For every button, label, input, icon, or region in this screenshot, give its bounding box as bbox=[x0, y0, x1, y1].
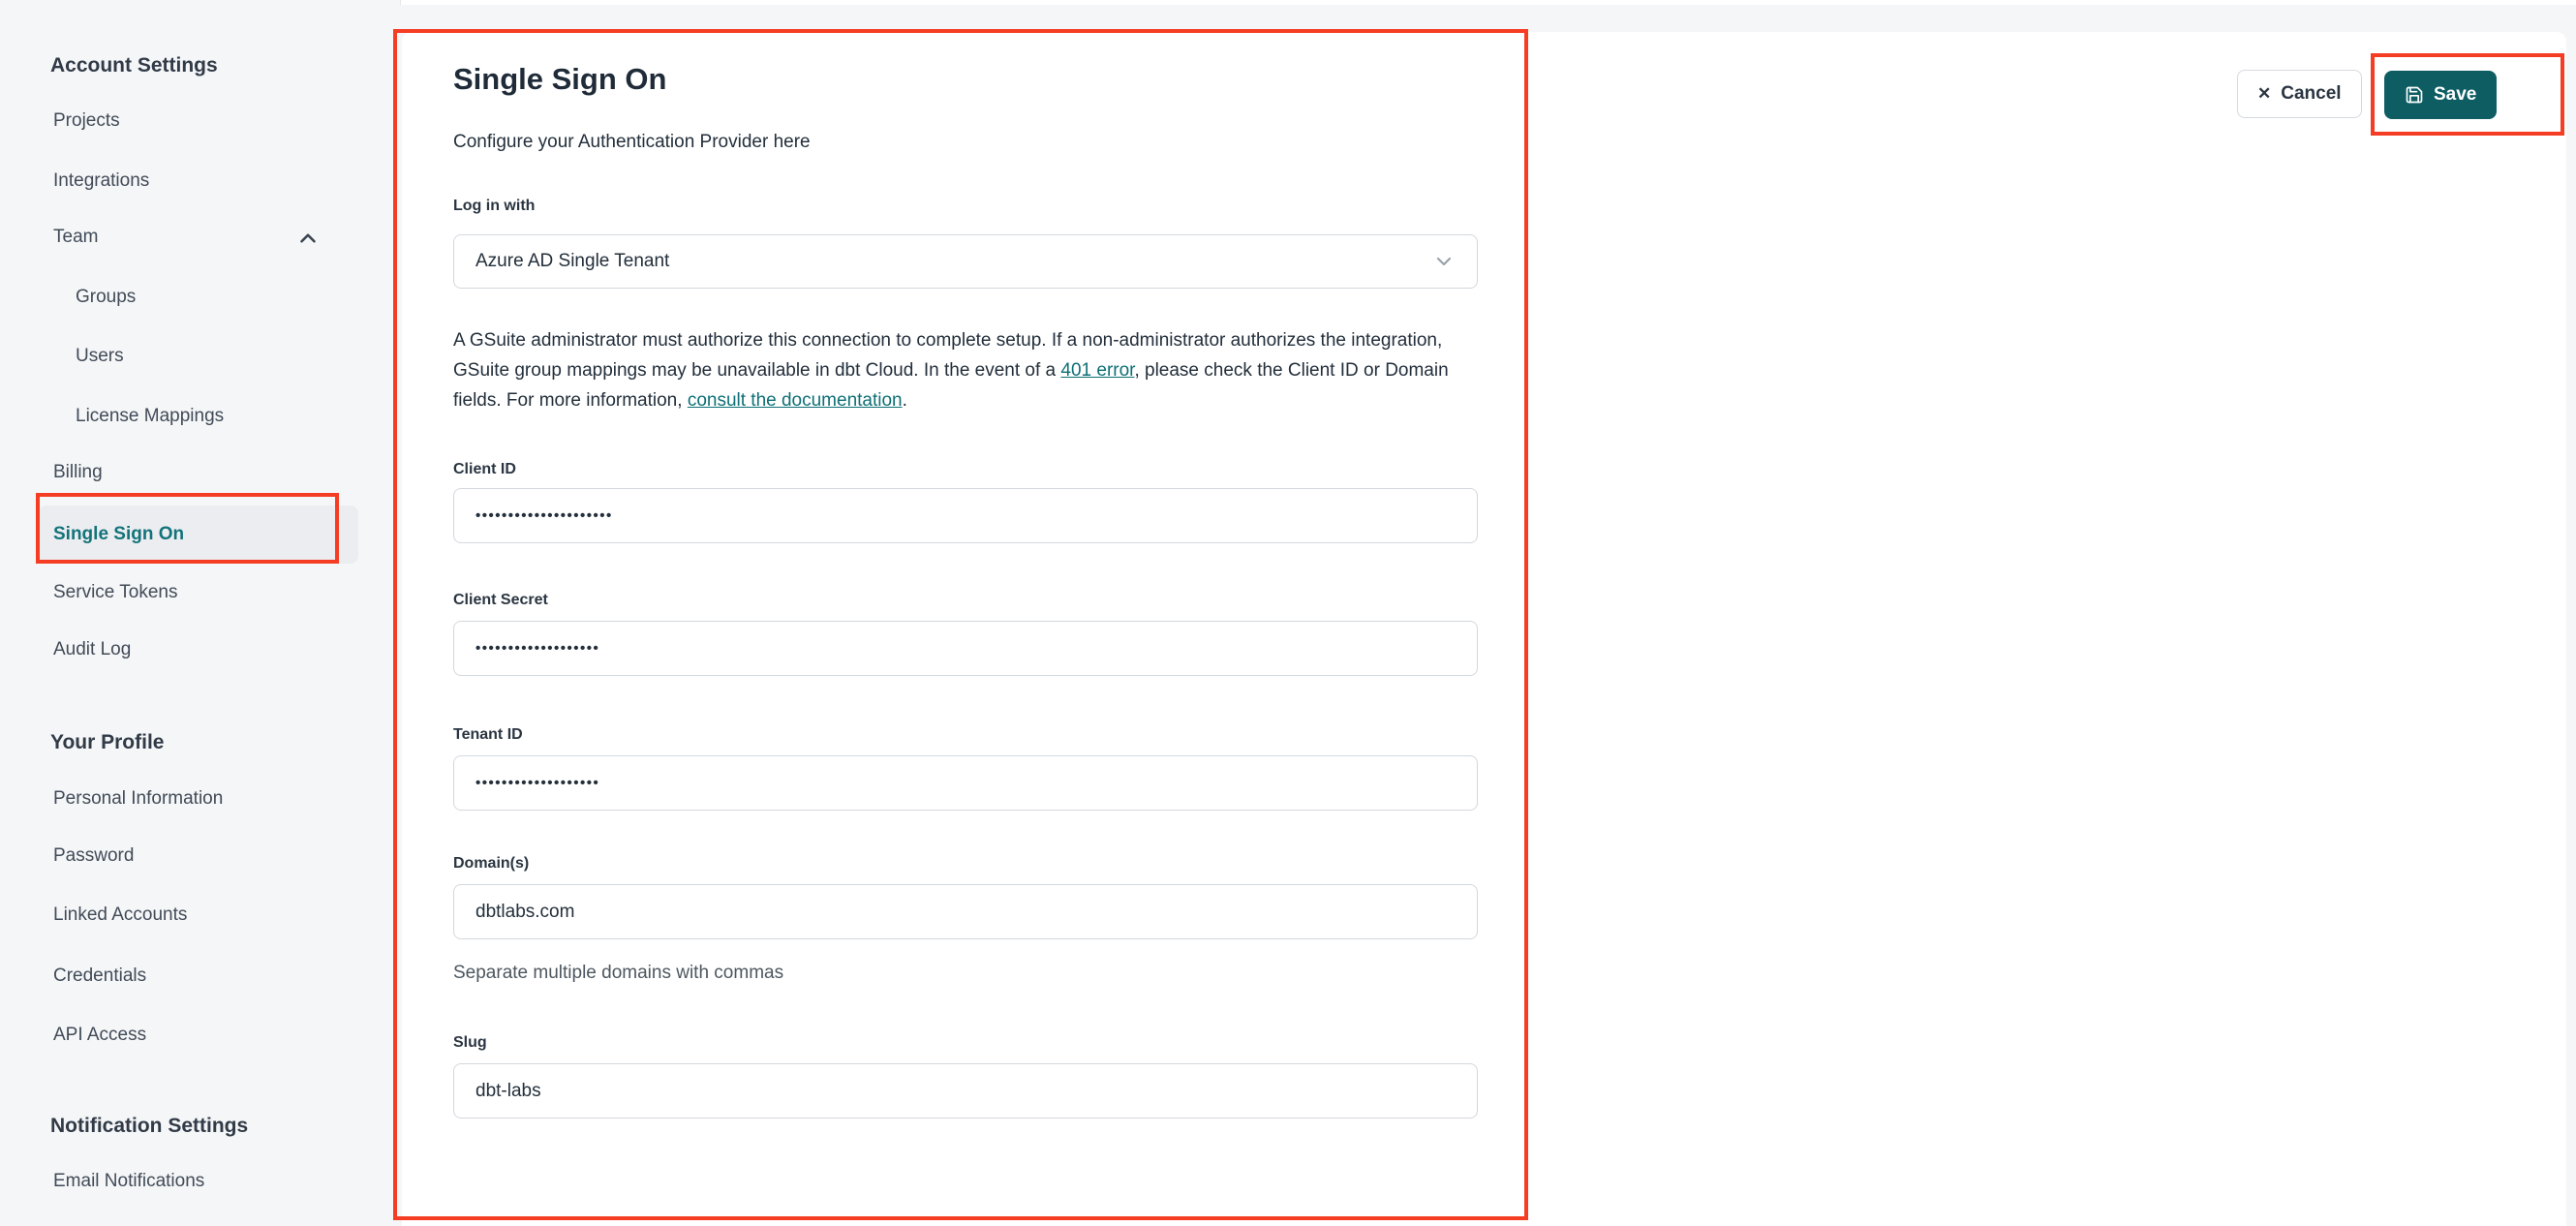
sidebar-item-credentials[interactable]: Credentials bbox=[53, 962, 146, 991]
login-with-select[interactable]: Azure AD Single Tenant bbox=[453, 234, 1478, 289]
sidebar-header-account-settings: Account Settings bbox=[50, 54, 218, 77]
tenant-id-label: Tenant ID bbox=[453, 726, 523, 743]
domains-label: Domain(s) bbox=[453, 855, 530, 872]
notice-text-3: . bbox=[902, 390, 907, 411]
close-icon: ✕ bbox=[2257, 84, 2272, 103]
client-id-label: Client ID bbox=[453, 461, 516, 477]
client-id-input[interactable] bbox=[453, 488, 1478, 543]
chevron-down-icon bbox=[1432, 250, 1456, 273]
top-header-strip bbox=[400, 0, 2576, 5]
login-with-label: Log in with bbox=[453, 198, 536, 214]
sidebar-item-users[interactable]: Users bbox=[76, 342, 124, 371]
sidebar-item-audit-log[interactable]: Audit Log bbox=[53, 635, 131, 664]
settings-sidebar: Account Settings Projects Integrations T… bbox=[0, 0, 402, 1226]
slug-label: Slug bbox=[453, 1034, 487, 1051]
sidebar-item-service-tokens[interactable]: Service Tokens bbox=[53, 578, 178, 607]
link-401-error[interactable]: 401 error bbox=[1060, 360, 1134, 381]
cancel-button-label: Cancel bbox=[2281, 83, 2342, 104]
link-consult-documentation[interactable]: consult the documentation bbox=[688, 390, 903, 411]
page-title: Single Sign On bbox=[453, 62, 667, 96]
sidebar-item-email-notifications[interactable]: Email Notifications bbox=[53, 1167, 204, 1196]
domains-input[interactable] bbox=[453, 884, 1478, 939]
client-secret-input[interactable] bbox=[453, 621, 1478, 676]
sidebar-item-projects[interactable]: Projects bbox=[53, 107, 120, 136]
sidebar-item-personal-information[interactable]: Personal Information bbox=[53, 784, 223, 813]
sidebar-item-single-sign-on[interactable]: Single Sign On bbox=[53, 520, 184, 549]
sidebar-item-license-mappings[interactable]: License Mappings bbox=[76, 402, 224, 431]
sidebar-header-your-profile: Your Profile bbox=[50, 731, 165, 753]
sidebar-item-api-access[interactable]: API Access bbox=[53, 1021, 146, 1050]
login-with-selected-value: Azure AD Single Tenant bbox=[475, 251, 670, 271]
domains-helper-text: Separate multiple domains with commas bbox=[453, 963, 784, 983]
chevron-up-icon[interactable] bbox=[295, 226, 321, 251]
tenant-id-input[interactable] bbox=[453, 755, 1478, 811]
sidebar-item-billing[interactable]: Billing bbox=[53, 458, 103, 487]
sidebar-item-team[interactable]: Team bbox=[53, 223, 98, 252]
sidebar-item-linked-accounts[interactable]: Linked Accounts bbox=[53, 901, 187, 930]
save-disk-icon bbox=[2405, 85, 2424, 105]
sidebar-item-password[interactable]: Password bbox=[53, 842, 134, 871]
client-secret-label: Client Secret bbox=[453, 592, 548, 608]
sidebar-header-notification-settings: Notification Settings bbox=[50, 1115, 249, 1137]
page-subtitle: Configure your Authentication Provider h… bbox=[453, 132, 811, 152]
gsuite-notice-paragraph: A GSuite administrator must authorize th… bbox=[453, 325, 1501, 415]
page: { "sidebar": { "sections": [ { "header":… bbox=[0, 0, 2576, 1226]
save-button-label: Save bbox=[2434, 84, 2477, 105]
slug-input[interactable] bbox=[453, 1063, 1478, 1119]
sidebar-item-groups[interactable]: Groups bbox=[76, 283, 136, 312]
cancel-button[interactable]: ✕ Cancel bbox=[2237, 70, 2362, 118]
save-button[interactable]: Save bbox=[2384, 71, 2498, 119]
sidebar-item-integrations[interactable]: Integrations bbox=[53, 167, 149, 196]
